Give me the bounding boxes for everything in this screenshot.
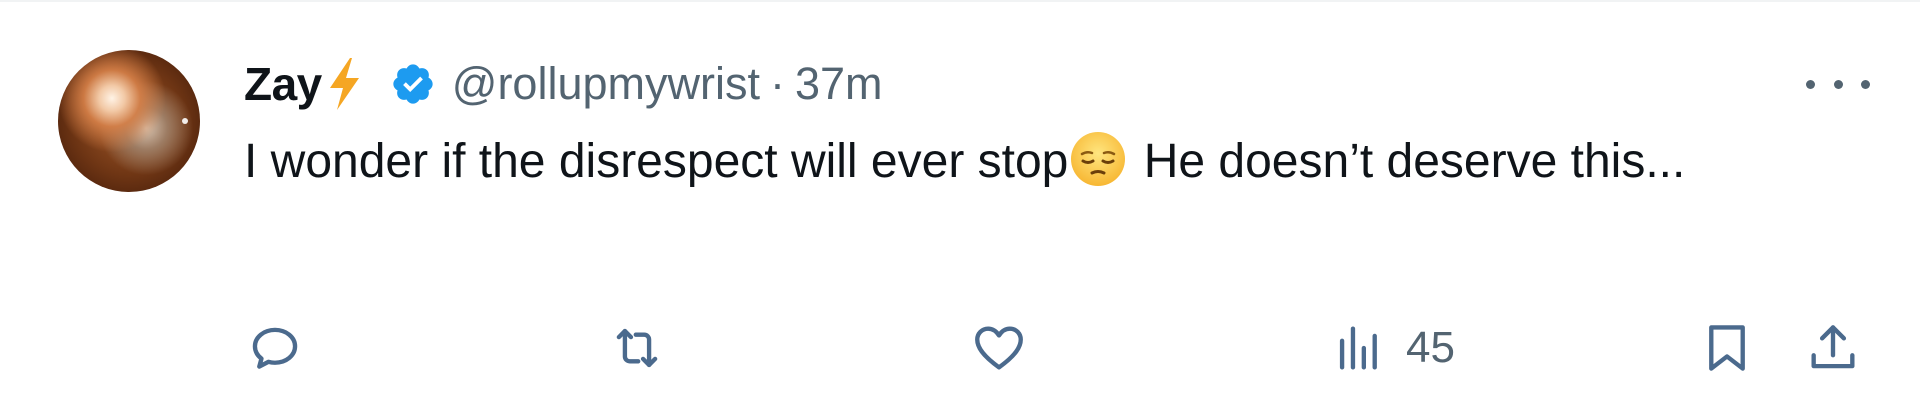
avatar[interactable] [58,50,200,192]
reply-icon [246,319,304,377]
divider [0,0,1920,2]
like-button[interactable] [970,308,1028,388]
separator-dot: · [769,58,785,109]
tweet-text: I wonder if the disrespect will ever sto… [244,128,1804,196]
views-button[interactable]: 45 [1330,308,1455,388]
verified-badge-icon[interactable] [390,61,436,107]
more-dot [1861,79,1870,89]
tweet-card[interactable]: Zay @rollupmywrist · 37m I wonder if the… [0,0,1920,414]
more-options-icon[interactable] [1806,66,1870,102]
like-icon [970,319,1028,377]
pensive-face-icon [1070,131,1126,187]
views-count: 45 [1406,323,1455,372]
share-button[interactable] [1804,308,1862,388]
bookmark-button[interactable] [1698,308,1756,388]
author-handle[interactable]: @rollupmywrist [452,58,760,110]
more-dot [1833,79,1843,89]
tweet-text-part1: I wonder if the disrespect will ever sto… [244,135,1069,188]
author-name[interactable]: Zay [244,57,322,111]
bookmark-icon [1698,319,1756,377]
more-dot [1806,79,1815,89]
views-icon [1330,319,1388,377]
tweet-text-part2: He doesn’t deserve this... [1130,135,1686,188]
tweet-header: Zay @rollupmywrist · 37m [244,56,883,112]
timestamp[interactable]: 37m [795,58,883,110]
retweet-button[interactable] [608,308,666,388]
retweet-icon [608,319,666,377]
reply-button[interactable] [246,308,304,388]
action-bar: 45 [0,308,1920,388]
share-icon [1804,319,1862,377]
high-voltage-icon [324,56,364,112]
